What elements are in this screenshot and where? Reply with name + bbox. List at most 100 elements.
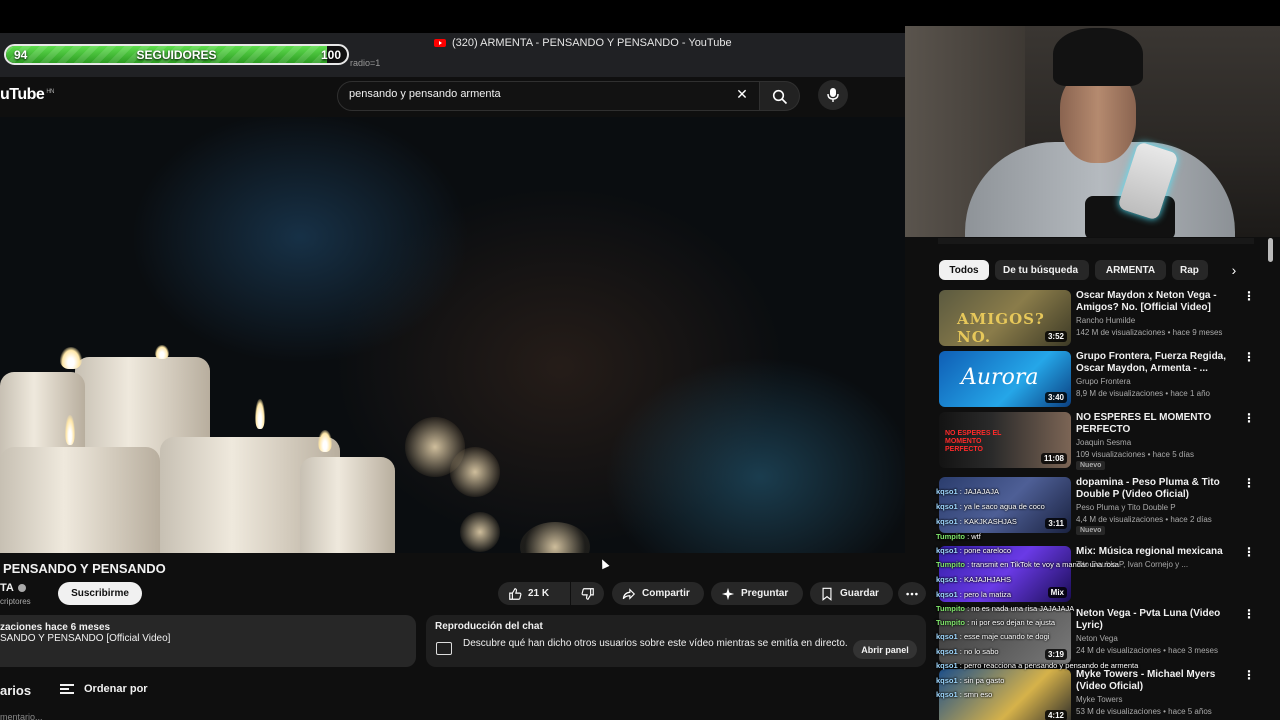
add-comment-input[interactable]: mentario... [0,712,43,720]
chat-replay-title: Reproducción del chat [435,621,543,632]
candle-flame [65,415,75,445]
sort-by-button[interactable]: Ordenar por [84,683,148,695]
more-vertical-icon[interactable]: ⋮ [1243,608,1255,622]
video-thumbnail[interactable]: Aurora 3:40 [939,351,1071,407]
chat-message: kqso1 : perro reacciona a pensando y pen… [936,661,1139,670]
description-text: SANDO Y PENSANDO [Official Video] [0,633,171,644]
video-thumbnail[interactable]: AMIGOS? NO. 3:52 [939,290,1071,346]
chevron-right-icon[interactable]: › [1226,262,1242,278]
tab-title-text: (320) ARMENTA - PENSANDO Y PENSANDO - Yo… [452,37,732,49]
bookmark-icon [822,587,832,601]
recommendation-item[interactable]: Aurora 3:40 Grupo Frontera, Fuerza Regid… [939,351,1259,409]
recommendation-item[interactable]: AMIGOS? NO. 3:52 Oscar Maydon x Neton Ve… [939,290,1259,348]
subscribe-button[interactable]: Suscribirme [58,582,142,605]
chat-message: Tumpito : no es nada una risa JAJAJAJA [936,604,1075,613]
recommendation-views: 4,4 M de visualizaciones • hace 2 días [1076,515,1212,524]
recommendation-title[interactable]: Oscar Maydon x Neton Vega - Amigos? No. … [1076,290,1241,314]
video-thumbnail[interactable]: NO ESPERES EL MOMENTO PERFECTO 11:08 [939,412,1071,468]
recommendation-channel[interactable]: Peso Pluma y Tito Double P [1076,503,1251,512]
recommendation-title[interactable]: Neton Vega - Pvta Luna (Video Lyric) [1076,608,1241,632]
more-vertical-icon[interactable]: ⋮ [1243,290,1255,304]
recommendation-views: 109 visualizaciones • hace 5 días [1076,450,1194,459]
recommendation-channel[interactable]: Rancho Humilde [1076,316,1251,325]
like-count: 21 K [528,588,550,599]
recommendation-item[interactable]: NO ESPERES EL MOMENTO PERFECTO 11:08 NO … [939,412,1259,470]
recommendation-title[interactable]: Myke Towers - Michael Myers (Video Ofici… [1076,669,1241,693]
chip-rap[interactable]: Rap [1172,260,1208,280]
chat-message: kqso1 : KAJAJHJAHS [936,575,1012,584]
logo-region: HN [46,88,54,95]
recommendation-title[interactable]: NO ESPERES EL MOMENTO PERFECTO [1076,412,1241,436]
recommendation-title[interactable]: dopamina - Peso Pluma & Tito Double P (V… [1076,477,1241,501]
chat-message: kqso1 : smn eso [936,690,993,699]
candle-flame [155,345,169,359]
video-duration: 4:12 [1044,710,1067,720]
video-duration: 3:11 [1045,518,1067,529]
youtube-favicon-icon [434,39,446,47]
chip-armenta[interactable]: ARMENTA [1095,260,1166,280]
close-icon[interactable]: ✕ [734,86,750,102]
recommendation-channel[interactable]: Neton Vega [1076,634,1251,643]
video-duration: 3:40 [1044,392,1067,403]
verified-icon [17,584,26,593]
followers-goal: 100 [320,48,341,62]
new-badge: Nuevo [1076,526,1106,535]
chat-message: kqso1 : pero la matiza [936,590,1012,599]
chip-from-search[interactable]: De tu búsqueda [995,260,1089,280]
mix-label: Mix [1047,587,1067,598]
more-horizontal-icon [906,592,918,595]
search-button[interactable] [760,81,800,111]
video-player[interactable] [0,117,905,553]
mouse-cursor [598,557,610,570]
video-duration: 3:19 [1044,649,1067,660]
candle [0,447,160,553]
youtube-logo[interactable]: uTube HN [0,86,54,104]
candle [300,457,395,553]
more-actions-button[interactable] [898,582,926,605]
webcam-person-cap [1053,28,1143,86]
recommendation-title[interactable]: Grupo Frontera, Fuerza Regida, Oscar May… [1076,351,1241,375]
recommendation-title[interactable]: Mix: Música regional mexicana [1076,546,1241,558]
more-vertical-icon[interactable]: ⋮ [1243,669,1255,683]
voice-search-button[interactable] [818,80,848,110]
recommendation-channel[interactable]: Grupo Frontera [1076,377,1251,386]
sparkle-icon [721,587,735,600]
more-vertical-icon[interactable]: ⋮ [1243,546,1255,560]
chat-message: kqso1 : pone careloco [936,546,1012,555]
bokeh-light [520,522,590,553]
mic-icon [827,88,839,102]
sort-icon[interactable] [60,684,74,694]
followers-label: SEGUIDORES [136,48,217,62]
thumbnail-text: NO ESPERES EL MOMENTO PERFECTO [945,430,1002,453]
chat-message: kqso1 : no lo sabo [936,647,999,656]
video-title: PENSANDO Y PENSANDO [3,561,166,576]
like-button[interactable]: 21 K [498,582,570,605]
chat-message: kqso1 : esse maje cuando te dogi [936,632,1050,641]
description-meta: zaciones hace 6 meses [0,622,111,633]
screen: (320) ARMENTA - PENSANDO Y PENSANDO - Yo… [0,0,1280,720]
sidebar-scrollbar[interactable] [1268,238,1273,262]
url-fragment[interactable]: radio=1 [350,58,380,68]
chip-todos[interactable]: Todos [939,260,989,280]
share-button[interactable]: Compartir [612,582,704,605]
chat-message: kqso1 : sin pa gasto [936,676,1005,685]
search-input[interactable] [349,88,719,100]
more-vertical-icon[interactable]: ⋮ [1243,412,1255,426]
recommendation-channel[interactable]: Joaquin Sesma [1076,438,1251,447]
channel-name[interactable]: TA [0,582,26,594]
browser-tab[interactable]: (320) ARMENTA - PENSANDO Y PENSANDO - Yo… [434,36,732,50]
video-duration: 3:52 [1044,331,1067,342]
more-vertical-icon[interactable]: ⋮ [1243,477,1255,491]
ask-button[interactable]: Preguntar [711,582,803,605]
open-panel-button[interactable]: Abrir panel [853,640,917,659]
streamer-webcam [905,26,1280,237]
recommendation-channel[interactable]: Myke Towers [1076,695,1251,704]
candle-flame [318,430,332,452]
share-icon [622,587,636,600]
chat-icon [436,642,452,655]
chat-message: Tumpito : transmit en TikTok te voy a ma… [936,560,1119,569]
save-button[interactable]: Guardar [810,582,893,605]
dislike-button[interactable] [571,582,604,605]
thumbs-down-icon [581,587,594,600]
more-vertical-icon[interactable]: ⋮ [1243,351,1255,365]
